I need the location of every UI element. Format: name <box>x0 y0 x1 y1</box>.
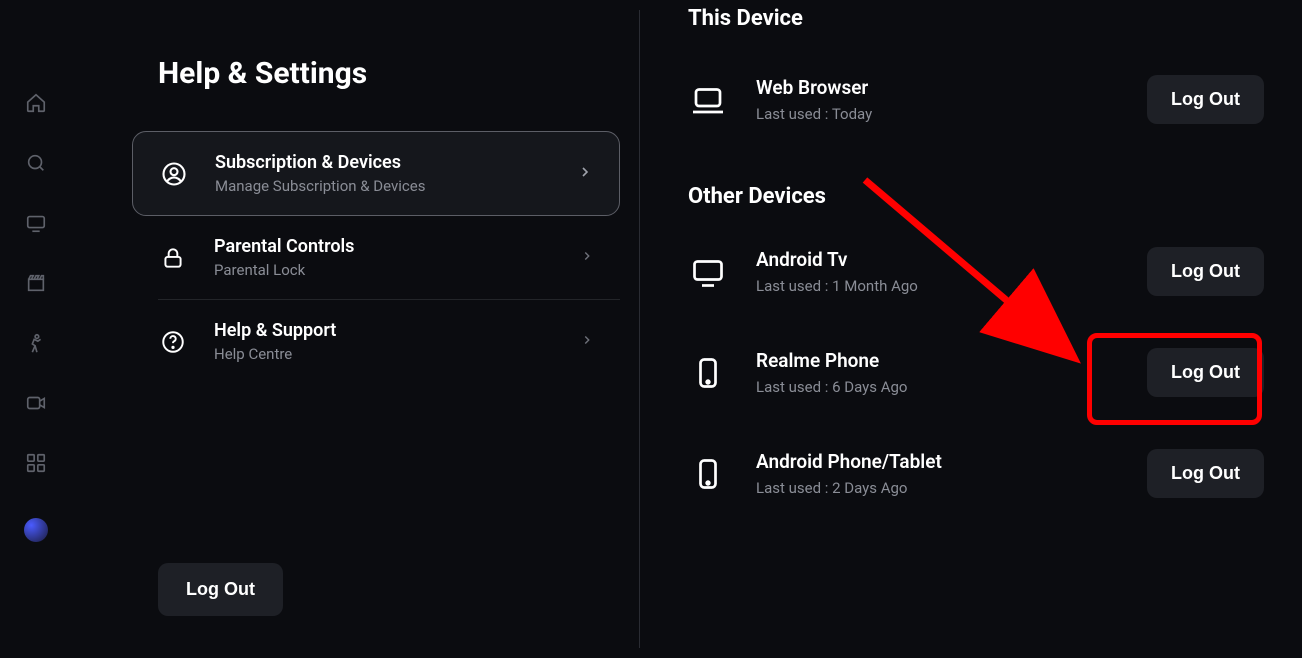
chevron-right-icon <box>580 332 594 351</box>
menu-item-subtitle: Parental Lock <box>214 261 554 279</box>
menu-item-help-support[interactable]: Help & Support Help Centre <box>158 300 620 383</box>
tv-icon[interactable] <box>25 212 47 234</box>
section-other-devices: Other Devices <box>688 184 1264 209</box>
home-icon[interactable] <box>25 92 47 114</box>
device-name: Web Browser <box>756 76 1119 99</box>
devices-panel: This Device Web Browser Last used : Toda… <box>640 0 1302 658</box>
logout-device-button[interactable]: Log Out <box>1147 75 1264 124</box>
menu-item-subtitle: Manage Subscription & Devices <box>215 177 551 195</box>
categories-icon[interactable] <box>25 452 47 474</box>
sports-icon[interactable] <box>25 332 47 354</box>
search-icon[interactable] <box>25 152 47 174</box>
device-text: Web Browser Last used : Today <box>756 76 1119 123</box>
logout-button[interactable]: Log Out <box>158 563 283 616</box>
menu-item-title: Help & Support <box>214 320 554 341</box>
device-row-android-phone-tablet: Android Phone/Tablet Last used : 2 Days … <box>688 449 1264 498</box>
device-last-used: Last used : 2 Days Ago <box>756 479 1119 497</box>
menu-item-text: Help & Support Help Centre <box>214 320 554 363</box>
device-text: Android Phone/Tablet Last used : 2 Days … <box>756 450 1119 497</box>
device-name: Android Phone/Tablet <box>756 450 1119 473</box>
chevron-right-icon <box>580 248 594 267</box>
menu-item-parental-controls[interactable]: Parental Controls Parental Lock <box>158 216 620 300</box>
menu-item-title: Parental Controls <box>214 236 554 257</box>
chevron-right-icon <box>577 164 593 184</box>
menu-item-subtitle: Help Centre <box>214 345 554 363</box>
phone-icon <box>688 454 728 494</box>
phone-icon <box>688 353 728 393</box>
avatar[interactable] <box>24 518 48 542</box>
menu-item-title: Subscription & Devices <box>215 152 551 173</box>
device-name: Android Tv <box>756 248 1119 271</box>
device-text: Realme Phone Last used : 6 Days Ago <box>756 349 1119 396</box>
tv-device-icon <box>688 252 728 292</box>
section-this-device: This Device <box>688 6 1264 31</box>
nav-rail <box>0 0 72 658</box>
menu-item-subscription-devices[interactable]: Subscription & Devices Manage Subscripti… <box>132 131 620 216</box>
device-row-web-browser: Web Browser Last used : Today Log Out <box>688 75 1264 124</box>
settings-panel: Help & Settings Subscription & Devices M… <box>72 0 640 658</box>
logout-device-button[interactable]: Log Out <box>1147 348 1264 397</box>
device-last-used: Last used : 6 Days Ago <box>756 378 1119 396</box>
logout-device-button[interactable]: Log Out <box>1147 247 1264 296</box>
device-last-used: Last used : 1 Month Ago <box>756 277 1119 295</box>
device-row-android-tv: Android Tv Last used : 1 Month Ago Log O… <box>688 247 1264 296</box>
device-text: Android Tv Last used : 1 Month Ago <box>756 248 1119 295</box>
profile-circle-icon <box>159 159 189 189</box>
laptop-icon <box>688 80 728 120</box>
movies-icon[interactable] <box>25 272 47 294</box>
question-circle-icon <box>158 327 188 357</box>
device-row-realme-phone: Realme Phone Last used : 6 Days Ago Log … <box>688 348 1264 397</box>
lock-icon <box>158 243 188 273</box>
menu-item-text: Parental Controls Parental Lock <box>214 236 554 279</box>
device-name: Realme Phone <box>756 349 1119 372</box>
menu-item-text: Subscription & Devices Manage Subscripti… <box>215 152 551 195</box>
video-icon[interactable] <box>25 392 47 414</box>
device-last-used: Last used : Today <box>756 105 1119 123</box>
logout-device-button[interactable]: Log Out <box>1147 449 1264 498</box>
page-title: Help & Settings <box>158 56 620 91</box>
